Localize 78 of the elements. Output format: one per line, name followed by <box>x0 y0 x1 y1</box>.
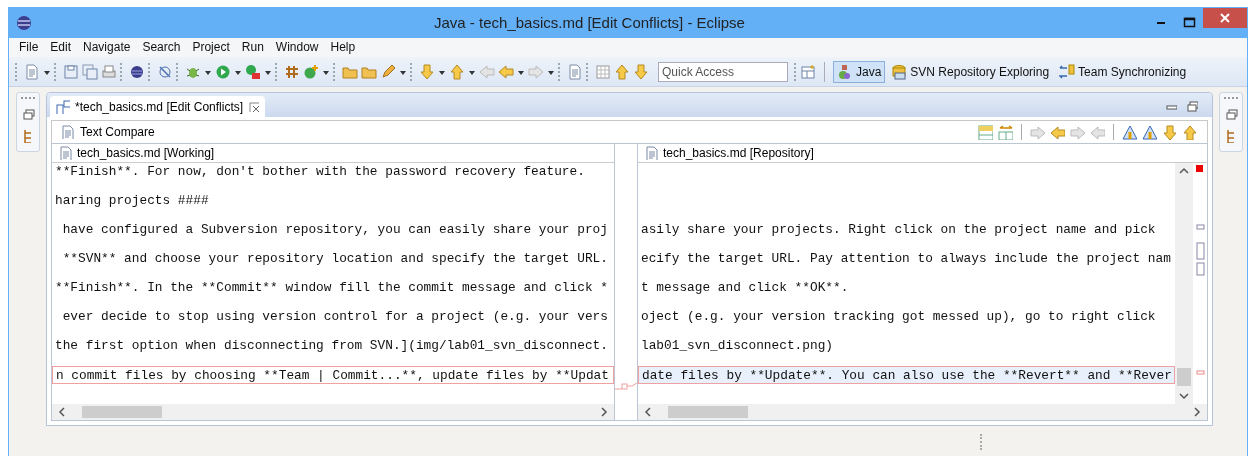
up-arrow-icon[interactable] <box>614 63 630 80</box>
next-difference-icon[interactable] <box>1122 124 1137 140</box>
close-button[interactable] <box>1203 8 1247 28</box>
previous-difference-icon[interactable] <box>1142 124 1157 140</box>
scroll-thumb[interactable] <box>668 406 748 419</box>
scroll-left-icon[interactable] <box>58 407 66 418</box>
next-icon[interactable] <box>1070 124 1085 140</box>
code-line: have configured a Subversion repository, you can easily share your proj <box>61 221 609 240</box>
menu-item[interactable]: Run <box>235 40 270 55</box>
save-icon[interactable] <box>63 63 79 80</box>
scroll-right-icon[interactable] <box>1193 407 1201 418</box>
perspective-icon <box>837 63 853 80</box>
quick-access-field[interactable]: Quick Access <box>658 61 788 82</box>
document-icon <box>58 146 72 161</box>
code-line: **Finish**. For now, don't bother with the password recovery feature. <box>54 163 586 182</box>
perspective-button[interactable]: SVN Repository Exploring <box>887 60 1054 83</box>
down-arrow-icon[interactable] <box>633 63 649 80</box>
tab-label: *tech_basics.md [Edit Conflicts] <box>75 99 244 114</box>
close-icon[interactable] <box>248 101 260 113</box>
previous-conflict-icon[interactable] <box>1182 124 1197 140</box>
pen-icon[interactable] <box>380 63 396 80</box>
restore-icon[interactable] <box>1224 107 1238 122</box>
scroll-thumb[interactable] <box>82 406 162 419</box>
code-line: ever decide to stop using version control for a project (e.g. your vers <box>61 308 609 327</box>
document-icon <box>60 125 74 140</box>
code-line: oject (e.g. your version tracking got messed up), go to right click <box>640 308 1157 327</box>
code-line: **SVN** and choose your repository location and specify the target URL. <box>61 250 609 269</box>
globe-icon[interactable] <box>129 63 145 80</box>
code-line: **Finish**. In the **Commit** window fill the commit message and click * <box>54 279 609 298</box>
menu-item[interactable]: Navigate <box>77 40 137 55</box>
perspective-button[interactable]: Team Synchronizing <box>1055 60 1191 83</box>
editor-tab[interactable]: *tech_basics.md [Edit Conflicts] <box>50 96 266 118</box>
code-line: lab01_svn_disconnect.png) <box>640 337 834 356</box>
scroll-down-icon[interactable] <box>1179 392 1189 401</box>
save-all-icon[interactable] <box>82 63 98 80</box>
compare-title: Text Compare <box>80 125 156 140</box>
external-run-icon[interactable] <box>245 63 261 80</box>
open-perspective-icon[interactable] <box>800 63 816 80</box>
menu-item[interactable]: Help <box>324 40 362 55</box>
vertical-scrollbar[interactable] <box>1175 163 1193 405</box>
perspective-icon <box>891 63 908 80</box>
document-icon <box>644 146 658 161</box>
maximize-icon[interactable] <box>1185 98 1198 112</box>
code-line: ecify the target URL. Pay attention to always include the project nam <box>640 250 1172 269</box>
pane-title: tech_basics.md [Repository] <box>663 146 814 161</box>
minimize-icon <box>1157 21 1165 24</box>
maximize-icon <box>1182 16 1196 30</box>
next-change-icon[interactable] <box>1030 124 1045 140</box>
copy-left-icon[interactable] <box>1050 124 1065 140</box>
menu-item[interactable]: Project <box>186 40 236 55</box>
perspective-icon <box>1059 63 1076 80</box>
code-line: the first option when disconnecting from SVN.](img/lab01_svn_disconnect. <box>54 337 609 356</box>
perspective-button[interactable]: Java <box>833 60 886 83</box>
menu-item[interactable]: Edit <box>44 40 78 55</box>
pane-title: tech_basics.md [Working] <box>77 146 215 161</box>
next-conflict-icon[interactable] <box>1162 124 1177 140</box>
code-line: t message and click **OK**. <box>640 279 850 298</box>
close-icon <box>1219 12 1231 24</box>
horizontal-scrollbar[interactable] <box>638 404 1207 421</box>
no-sign-icon[interactable] <box>157 63 173 80</box>
scroll-right-icon[interactable] <box>600 407 608 418</box>
code-line: haring projects #### <box>54 192 210 211</box>
swap-icon[interactable] <box>998 124 1013 140</box>
scroll-left-icon[interactable] <box>644 407 652 418</box>
grid-icon[interactable] <box>595 63 611 80</box>
menu-item[interactable]: File <box>13 40 45 55</box>
print-icon[interactable] <box>101 63 117 80</box>
restore-icon[interactable] <box>21 107 35 122</box>
scroll-up-icon[interactable] <box>1179 167 1189 176</box>
layout-icon[interactable] <box>978 124 993 140</box>
code-line: asily share your projects. Right click on the project name and pick <box>640 221 1157 240</box>
menu-item[interactable]: Search <box>136 40 187 55</box>
previous-icon[interactable] <box>1090 124 1105 140</box>
menu-item[interactable]: Window <box>269 40 325 55</box>
scroll-thumb[interactable] <box>1177 368 1191 387</box>
window-title: Java - tech_basics.md [Edit Conflicts] - Eclipse <box>433 14 746 32</box>
compare-editor-icon <box>56 99 70 114</box>
horizontal-scrollbar[interactable] <box>52 404 614 421</box>
